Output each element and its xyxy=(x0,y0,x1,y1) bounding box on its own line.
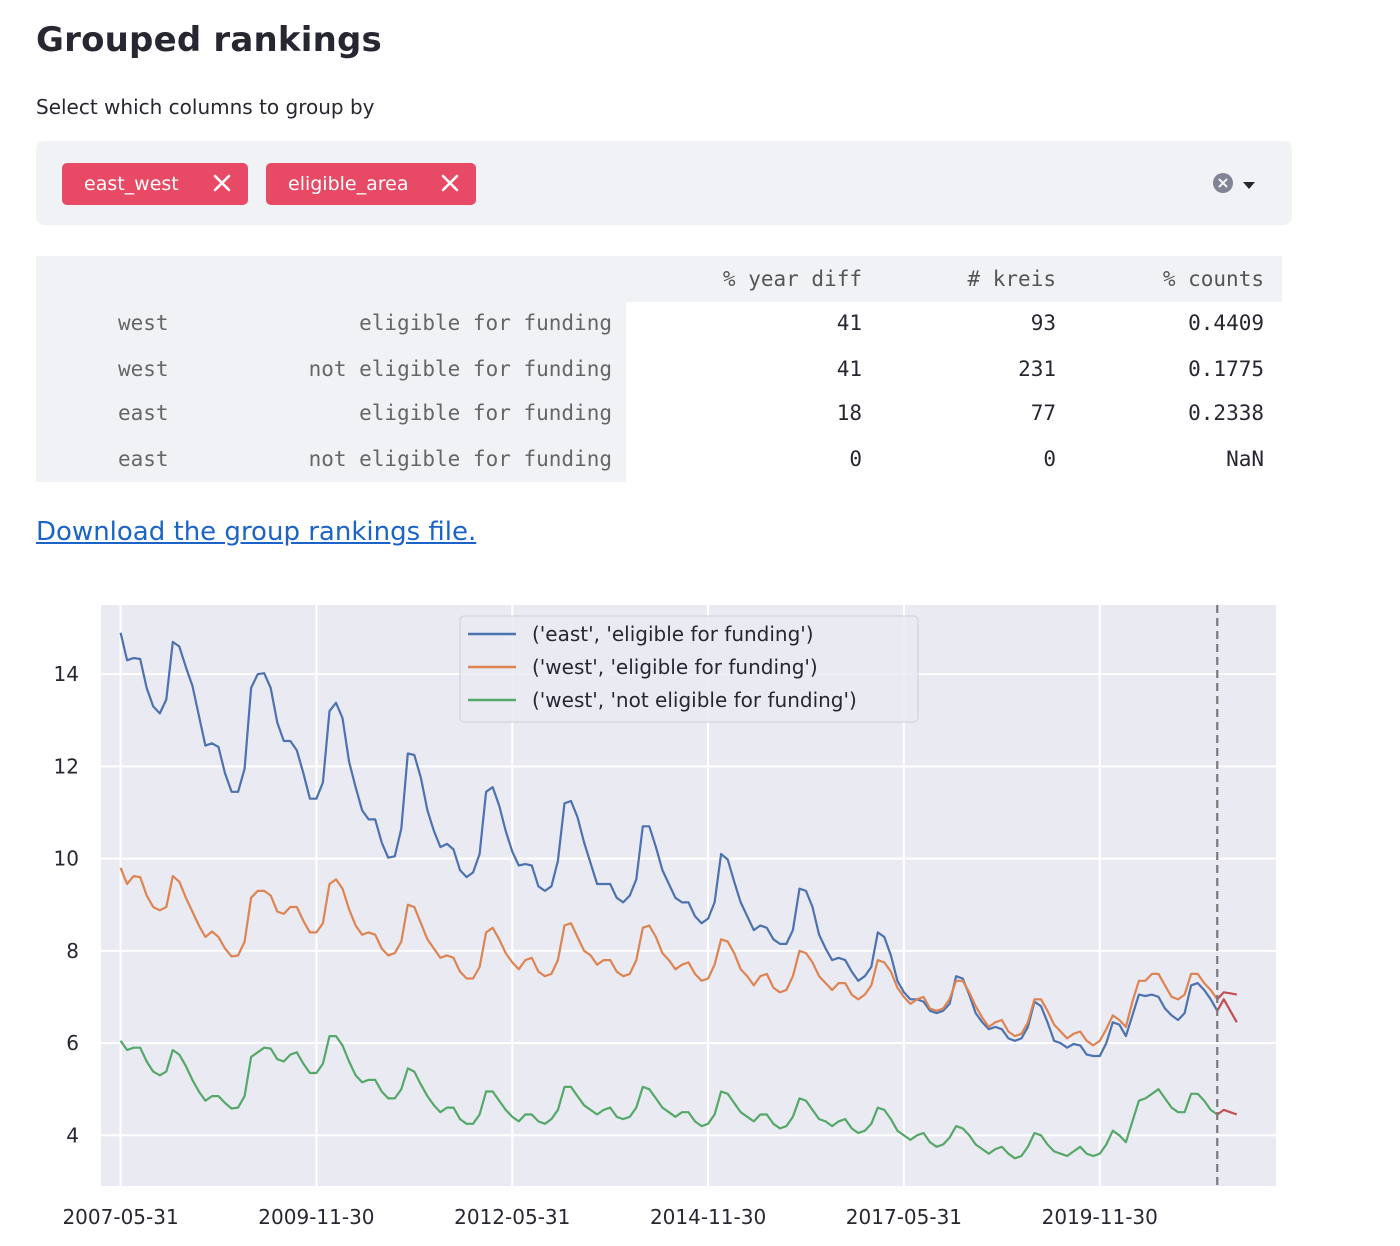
legend-label: ('west', 'eligible for funding') xyxy=(532,655,818,679)
table-cell: 0 xyxy=(1043,447,1056,471)
page-title: Grouped rankings xyxy=(36,20,382,60)
table-cell: NaN xyxy=(1226,447,1264,471)
y-tick-label: 14 xyxy=(54,662,79,686)
legend-label: ('west', 'not eligible for funding') xyxy=(532,688,857,712)
column-header: % year diff xyxy=(722,267,862,291)
y-tick-label: 8 xyxy=(66,939,79,963)
row-index-level-0: east xyxy=(118,401,169,425)
row-index-level-1: not eligible for funding xyxy=(308,357,612,381)
y-tick-label: 12 xyxy=(54,754,79,778)
table-cell: 231 xyxy=(1018,357,1056,381)
x-tick-label: 2009-11-30 xyxy=(258,1205,374,1229)
group-by-label: Select which columns to group by xyxy=(36,95,375,119)
y-tick-label: 4 xyxy=(66,1123,79,1147)
chip-east-west: east_west xyxy=(62,163,248,205)
clear-all-icon[interactable] xyxy=(1213,173,1233,193)
chart-legend: ('east', 'eligible for funding') ('west',… xyxy=(459,615,919,723)
row-index-level-1: not eligible for funding xyxy=(308,447,612,471)
table-header xyxy=(36,256,1282,302)
rankings-line-chart: 4 6 8 10 12 14 2007-05-31 2009-11-30 2012-05-31 2… xyxy=(54,605,1276,1229)
download-rankings-link[interactable]: Download the group rankings file. xyxy=(36,517,476,547)
y-tick-label: 6 xyxy=(66,1031,79,1055)
row-index-level-0: west xyxy=(118,311,169,335)
x-tick-label: 2014-11-30 xyxy=(650,1205,766,1229)
table-cell: 41 xyxy=(836,311,862,335)
column-header: # kreis xyxy=(967,267,1056,291)
table-cell: 18 xyxy=(836,401,862,425)
chip-label: eligible_area xyxy=(288,173,409,195)
row-index-level-0: east xyxy=(118,447,169,471)
x-tick-label: 2012-05-31 xyxy=(454,1205,570,1229)
group-by-multiselect[interactable]: east_west eligible_area xyxy=(36,141,1292,225)
table-cell: 0.1775 xyxy=(1188,357,1264,381)
table-cell: 41 xyxy=(836,357,862,381)
x-tick-label: 2017-05-31 xyxy=(846,1205,962,1229)
chip-label: east_west xyxy=(84,173,179,195)
table-cell: 77 xyxy=(1030,401,1056,425)
table-body xyxy=(626,302,1282,482)
rankings-table: % year diff # kreis % counts west eligib… xyxy=(36,256,1282,482)
x-tick-label: 2007-05-31 xyxy=(62,1205,178,1229)
close-icon[interactable] xyxy=(210,171,234,195)
chevron-down-icon[interactable] xyxy=(1242,177,1256,189)
column-header: % counts xyxy=(1162,267,1264,291)
row-index-level-1: eligible for funding xyxy=(359,401,612,425)
table-cell: 0.2338 xyxy=(1188,401,1264,425)
y-tick-label: 10 xyxy=(54,847,79,871)
table-cell: 0 xyxy=(849,447,862,471)
table-cell: 93 xyxy=(1030,311,1056,335)
chip-eligible-area: eligible_area xyxy=(266,163,476,205)
row-index-level-0: west xyxy=(118,357,169,381)
x-tick-label: 2019-11-30 xyxy=(1042,1205,1158,1229)
legend-label: ('east', 'eligible for funding') xyxy=(532,622,814,646)
row-index-level-1: eligible for funding xyxy=(359,311,612,335)
table-cell: 0.4409 xyxy=(1188,311,1264,335)
close-icon[interactable] xyxy=(438,171,462,195)
